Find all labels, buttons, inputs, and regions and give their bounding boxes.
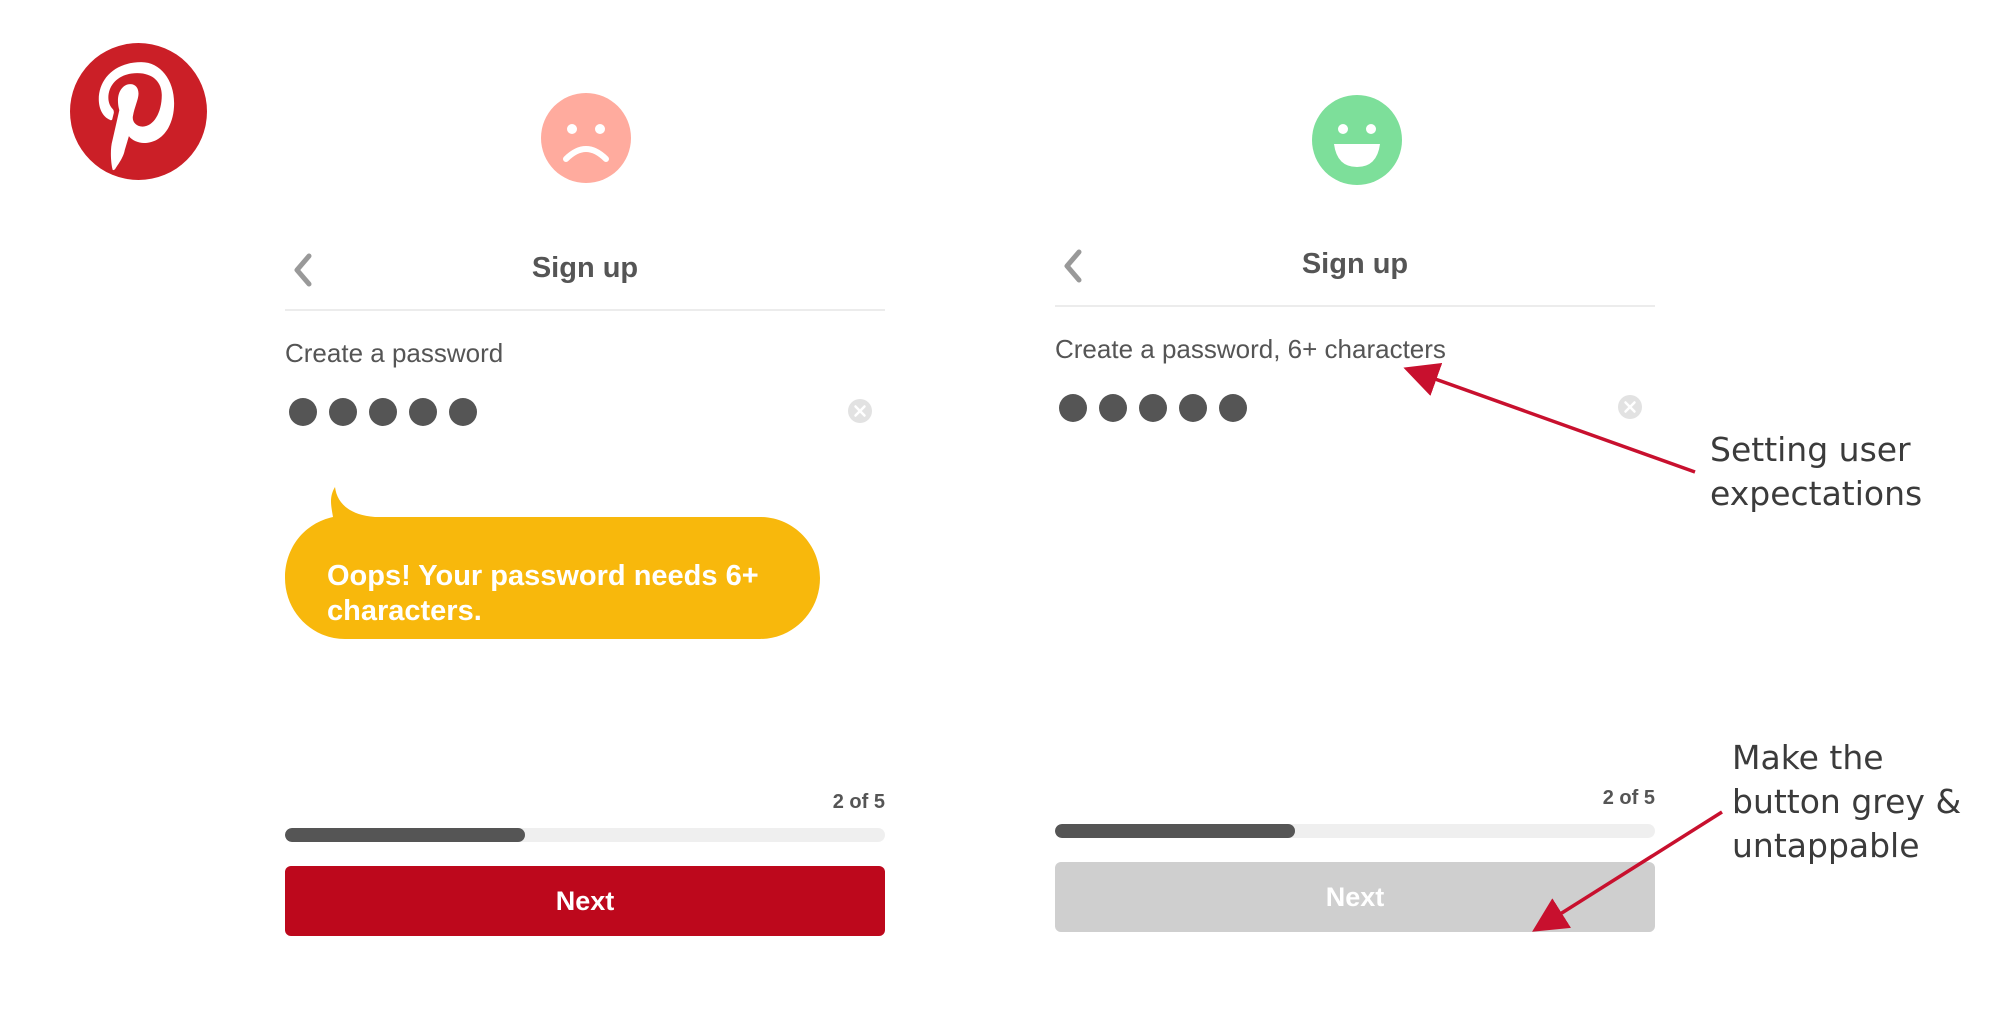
error-bubble: Oops! Your password needs 6+ characters.	[285, 487, 820, 642]
annotation-line: Make the	[1732, 738, 1884, 777]
header-divider	[1055, 305, 1655, 307]
error-message: Oops! Your password needs 6+ characters.	[327, 560, 759, 627]
password-dot	[409, 398, 437, 426]
password-dot	[1139, 394, 1167, 422]
password-dot	[1219, 394, 1247, 422]
signup-screen-after: Sign up Create a password, 6+ characters…	[1055, 228, 1655, 968]
page-title: Sign up	[1301, 248, 1409, 280]
annotation-line: button grey &	[1732, 782, 1962, 821]
password-dot	[329, 398, 357, 426]
header-divider	[285, 309, 885, 311]
password-field[interactable]	[285, 382, 885, 442]
progress-bar	[1055, 824, 1655, 838]
clear-input-button[interactable]	[847, 398, 873, 424]
next-button[interactable]: Next	[285, 866, 885, 936]
password-dot	[1059, 394, 1087, 422]
happy-face-icon	[1312, 95, 1402, 185]
password-field[interactable]	[1055, 378, 1655, 438]
password-label: Create a password	[285, 338, 504, 368]
password-dots	[289, 398, 477, 426]
step-indicator: 2 of 5	[1602, 787, 1655, 809]
annotation-expectations: Setting user expectations	[1710, 428, 1922, 516]
clear-icon	[1618, 395, 1642, 419]
clear-input-button[interactable]	[1617, 394, 1643, 420]
annotation-button: Make the button grey & untappable	[1732, 736, 1961, 868]
progress-fill	[1055, 824, 1295, 838]
progress-bar	[285, 828, 885, 842]
password-dots	[1059, 394, 1247, 422]
signup-screen-before: Sign up Create a password Oops! Your pas…	[285, 232, 885, 972]
password-dot	[1099, 394, 1127, 422]
annotation-line: Setting user	[1710, 430, 1911, 469]
step-indicator: 2 of 5	[832, 791, 885, 813]
sad-face-icon	[541, 93, 631, 183]
pinterest-logo	[70, 43, 207, 180]
annotation-line: expectations	[1710, 474, 1923, 513]
password-label: Create a password, 6+ characters	[1055, 334, 1446, 364]
password-dot	[449, 398, 477, 426]
password-dot	[1179, 394, 1207, 422]
annotation-line: untappable	[1732, 826, 1920, 865]
password-dot	[289, 398, 317, 426]
page-title: Sign up	[531, 252, 639, 284]
password-dot	[369, 398, 397, 426]
progress-fill	[285, 828, 525, 842]
clear-icon	[848, 399, 872, 423]
next-button-disabled: Next	[1055, 862, 1655, 932]
